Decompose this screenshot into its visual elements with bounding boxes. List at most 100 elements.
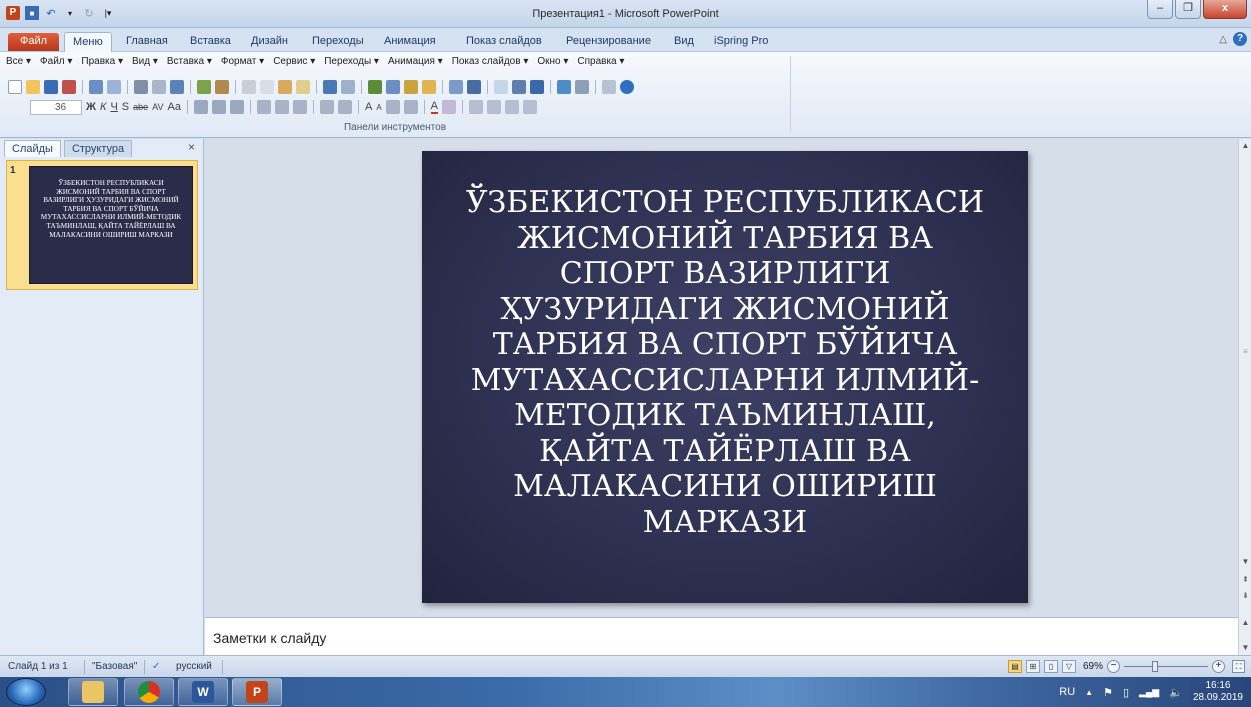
copy-icon[interactable] [260, 80, 274, 94]
tab-menu[interactable]: Меню [64, 32, 112, 52]
menu-transitions[interactable]: Переходы ▾ [324, 56, 379, 67]
align-right-icon[interactable] [229, 100, 244, 114]
insert-chart-icon[interactable] [368, 80, 382, 94]
flag-icon[interactable]: ⚑ [1103, 686, 1113, 699]
save-icon[interactable] [44, 80, 58, 94]
slide-design-icon[interactable] [512, 80, 526, 94]
table-icon[interactable] [449, 80, 463, 94]
new-slide-icon[interactable] [494, 80, 508, 94]
numbering-icon[interactable] [319, 100, 334, 114]
scroll-down-icon[interactable]: ▼ [1239, 557, 1251, 566]
scroll-up-icon[interactable]: ▲ [1239, 141, 1251, 150]
shape-outline-icon[interactable] [505, 100, 519, 114]
help-icon[interactable] [620, 80, 634, 94]
help-icon[interactable]: ? [1233, 32, 1247, 46]
tab-ispring[interactable]: iSpring Pro [706, 32, 776, 52]
menu-all[interactable]: Все ▾ [6, 56, 31, 67]
change-case-button[interactable]: Aa [168, 101, 181, 113]
clipart-icon[interactable] [404, 80, 418, 94]
network-icon[interactable]: ▂▄▆ [1139, 687, 1159, 698]
normal-view-icon[interactable]: ▤ [1008, 660, 1022, 673]
new-document-icon[interactable] [8, 80, 22, 94]
increase-indent-icon[interactable] [403, 100, 418, 114]
grow-font-button[interactable]: A [365, 101, 372, 113]
decrease-indent-icon[interactable] [385, 100, 400, 114]
show-hide-icon[interactable] [575, 80, 589, 94]
picture-icon[interactable] [422, 80, 436, 94]
tab-design[interactable]: Дизайн [243, 32, 296, 52]
slideshow-icon[interactable] [557, 80, 571, 94]
slide-sorter-icon[interactable]: ⊞ [1026, 660, 1040, 673]
print-icon[interactable] [134, 80, 148, 94]
tab-review[interactable]: Рецензирование [558, 32, 659, 52]
theme-name[interactable]: "Базовая" [92, 661, 137, 672]
tab-view[interactable]: Вид [666, 32, 702, 52]
taskbar-explorer[interactable] [68, 678, 118, 706]
taskbar-word[interactable]: W [178, 678, 228, 706]
color-scheme-icon[interactable] [530, 80, 544, 94]
menu-slideshow[interactable]: Показ слайдов ▾ [452, 56, 529, 67]
minimize-button[interactable]: – [1147, 0, 1173, 19]
permission-icon[interactable] [89, 80, 103, 94]
paint-bucket-icon[interactable] [487, 100, 501, 114]
zoom-out-button[interactable]: − [1107, 660, 1120, 673]
taskbar-chrome[interactable] [124, 678, 174, 706]
italic-button[interactable]: К [100, 101, 106, 113]
previous-slide-icon[interactable]: ⇞ [1239, 575, 1251, 584]
battery-icon[interactable]: ▯ [1123, 686, 1129, 699]
research-icon[interactable] [215, 80, 229, 94]
open-folder-icon[interactable] [26, 80, 40, 94]
font-color-button[interactable]: A [430, 100, 438, 114]
slide-thumbnail-item[interactable]: 1 ЎЗБЕКИСТОН РЕСПУБЛИКАСИ ЖИСМОНИЙ ТАРБИ… [6, 160, 198, 290]
align-left-icon[interactable] [193, 100, 208, 114]
menu-help[interactable]: Справка ▾ [577, 56, 624, 67]
email-icon[interactable] [107, 80, 121, 94]
zoom-slider-thumb[interactable] [1152, 661, 1158, 672]
show-hidden-icons-icon[interactable]: ▲ [1085, 688, 1093, 697]
tab-animations[interactable]: Анимация [376, 32, 444, 52]
align-center-icon[interactable] [211, 100, 226, 114]
slide-layout-icon[interactable] [467, 80, 481, 94]
zoom-slider[interactable] [1124, 666, 1208, 667]
notes-pane[interactable]: Заметки к слайду [205, 617, 1238, 655]
text-direction-icon[interactable] [274, 100, 289, 114]
zoom-level[interactable]: 69% [1083, 661, 1103, 672]
insert-table-icon[interactable] [386, 80, 400, 94]
scroll-grip-icon[interactable]: ≡ [1239, 347, 1251, 356]
tab-slides[interactable]: Слайды [4, 140, 61, 157]
redo-icon[interactable] [341, 80, 355, 94]
font-size-box[interactable]: 36 [30, 99, 82, 115]
clock[interactable]: 16:16 28.09.2019 [1193, 680, 1243, 704]
cut-icon[interactable] [242, 80, 256, 94]
layout-icon[interactable] [170, 80, 184, 94]
menu-format[interactable]: Формат ▾ [221, 56, 264, 67]
notes-placeholder[interactable]: Заметки к слайду [213, 630, 326, 646]
shape-effects-icon[interactable] [523, 100, 537, 114]
bold-button[interactable]: Ж [86, 101, 96, 113]
highlight-icon[interactable] [442, 100, 456, 114]
tab-slideshow[interactable]: Показ слайдов [458, 32, 550, 52]
zoom-icon[interactable] [602, 80, 616, 94]
paste-icon[interactable] [278, 80, 292, 94]
start-button[interactable] [6, 678, 46, 706]
notes-scrollbar[interactable]: ▲ ▼ [1238, 617, 1251, 655]
slide-title[interactable]: ЎЗБЕКИСТОН РЕСПУБЛИКАСИ ЖИСМОНИЙ ТАРБИЯ … [452, 185, 998, 540]
menu-window[interactable]: Окно ▾ [537, 56, 568, 67]
line-spacing-icon[interactable] [292, 100, 307, 114]
print-preview-icon[interactable] [152, 80, 166, 94]
undo-icon[interactable] [323, 80, 337, 94]
columns-icon[interactable] [256, 100, 271, 114]
tab-transitions[interactable]: Переходы [304, 32, 372, 52]
volume-icon[interactable]: 🔈 [1169, 686, 1183, 699]
minimize-ribbon-icon[interactable]: △ [1219, 34, 1227, 45]
zoom-in-button[interactable]: + [1212, 660, 1225, 673]
taskbar-powerpoint[interactable]: P [232, 678, 282, 706]
menu-file[interactable]: Файл ▾ [40, 56, 72, 67]
spelling-icon[interactable] [197, 80, 211, 94]
save-as-icon[interactable] [62, 80, 76, 94]
menu-view[interactable]: Вид ▾ [132, 56, 158, 67]
tab-file[interactable]: Файл [8, 33, 60, 51]
tab-outline[interactable]: Структура [63, 140, 133, 157]
character-spacing-button[interactable]: AV [152, 102, 163, 112]
fit-to-window-icon[interactable]: ⛶ [1232, 660, 1245, 673]
